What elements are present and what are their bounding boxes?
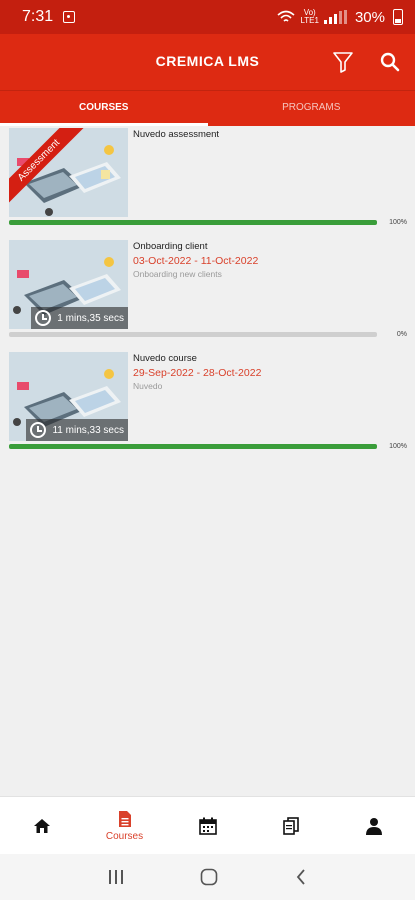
course-info: Nuvedo assessment: [133, 129, 407, 143]
nav-courses-label: Courses: [105, 830, 144, 842]
filter-icon: [333, 52, 353, 73]
search-icon: [380, 52, 400, 72]
app-bar: CREMICA LMS: [0, 34, 415, 90]
nav-documents[interactable]: [249, 797, 332, 854]
status-time: 7:31: [22, 8, 54, 25]
course-list: Assessment Nuvedo assessment 100% 1 mins…: [0, 126, 415, 462]
home-icon: [33, 818, 50, 833]
notification-icon: [63, 11, 76, 23]
bottom-nav: Courses: [0, 796, 415, 854]
profile-icon: [365, 817, 382, 835]
status-indicators: Vo) LTE1 30%: [277, 9, 403, 26]
nav-courses[interactable]: Courses: [83, 797, 166, 854]
course-title: Onboarding client: [133, 241, 208, 252]
course-dates: 29-Sep-2022 - 28-Oct-2022: [133, 367, 262, 379]
wifi-icon: [277, 10, 295, 22]
course-progress-bar: [9, 220, 377, 225]
course-dates: 03-Oct-2022 - 11-Oct-2022: [133, 255, 259, 267]
course-thumbnail: Assessment: [9, 128, 128, 217]
course-title: Nuvedo assessment: [133, 129, 220, 140]
course-card[interactable]: 11 mins,33 secs Nuvedo course 29-Sep-202…: [0, 350, 415, 462]
battery-percent: 30%: [354, 8, 385, 26]
course-progress-percent: 0%: [396, 331, 407, 338]
tab-bar: COURSES PROGRAMS: [0, 90, 415, 126]
course-card[interactable]: Assessment Nuvedo assessment 100%: [0, 126, 415, 238]
system-nav-bar: [0, 854, 415, 900]
back-icon[interactable]: [295, 869, 307, 885]
course-title: Nuvedo course: [133, 353, 197, 364]
course-progress-percent: 100%: [389, 443, 407, 450]
course-progress-bar: [9, 444, 377, 449]
course-progress-bar: [9, 332, 377, 337]
course-duration: 11 mins,33 secs: [26, 419, 128, 441]
calendar-icon: [198, 817, 217, 835]
nav-calendar[interactable]: [166, 797, 249, 854]
network-type-label: Vo) LTE1: [300, 8, 319, 25]
nav-home[interactable]: [0, 797, 83, 854]
search-button[interactable]: [375, 47, 405, 77]
signal-icon: [323, 10, 347, 24]
tab-programs[interactable]: PROGRAMS: [208, 91, 415, 126]
course-info: Nuvedo course 29-Sep-2022 - 28-Oct-2022 …: [133, 353, 407, 391]
course-progress-percent: 100%: [389, 219, 407, 226]
recent-apps-icon[interactable]: [108, 869, 124, 885]
course-subtitle: Nuvedo: [133, 381, 163, 391]
course-info: Onboarding client 03-Oct-2022 - 11-Oct-2…: [133, 241, 407, 279]
documents-icon: [282, 816, 299, 835]
duration-text: 1 mins,35 secs: [57, 312, 124, 324]
duration-text: 11 mins,33 secs: [52, 424, 124, 436]
status-bar: 7:31 Vo) LTE1 30%: [0, 0, 415, 34]
course-thumbnail: 11 mins,33 secs: [9, 352, 128, 441]
tab-courses[interactable]: COURSES: [0, 91, 208, 126]
course-thumbnail: 1 mins,35 secs: [9, 240, 128, 329]
course-subtitle: Onboarding new clients: [133, 269, 222, 279]
clock-icon: [30, 422, 47, 438]
course-card[interactable]: 1 mins,35 secs Onboarding client 03-Oct-…: [0, 238, 415, 350]
battery-icon: [393, 9, 403, 25]
home-circle-icon[interactable]: [200, 868, 218, 886]
courses-icon: [118, 810, 131, 827]
course-duration: 1 mins,35 secs: [31, 307, 128, 329]
clock-icon: [35, 310, 52, 326]
filter-button[interactable]: [328, 47, 358, 77]
nav-profile[interactable]: [332, 797, 415, 854]
